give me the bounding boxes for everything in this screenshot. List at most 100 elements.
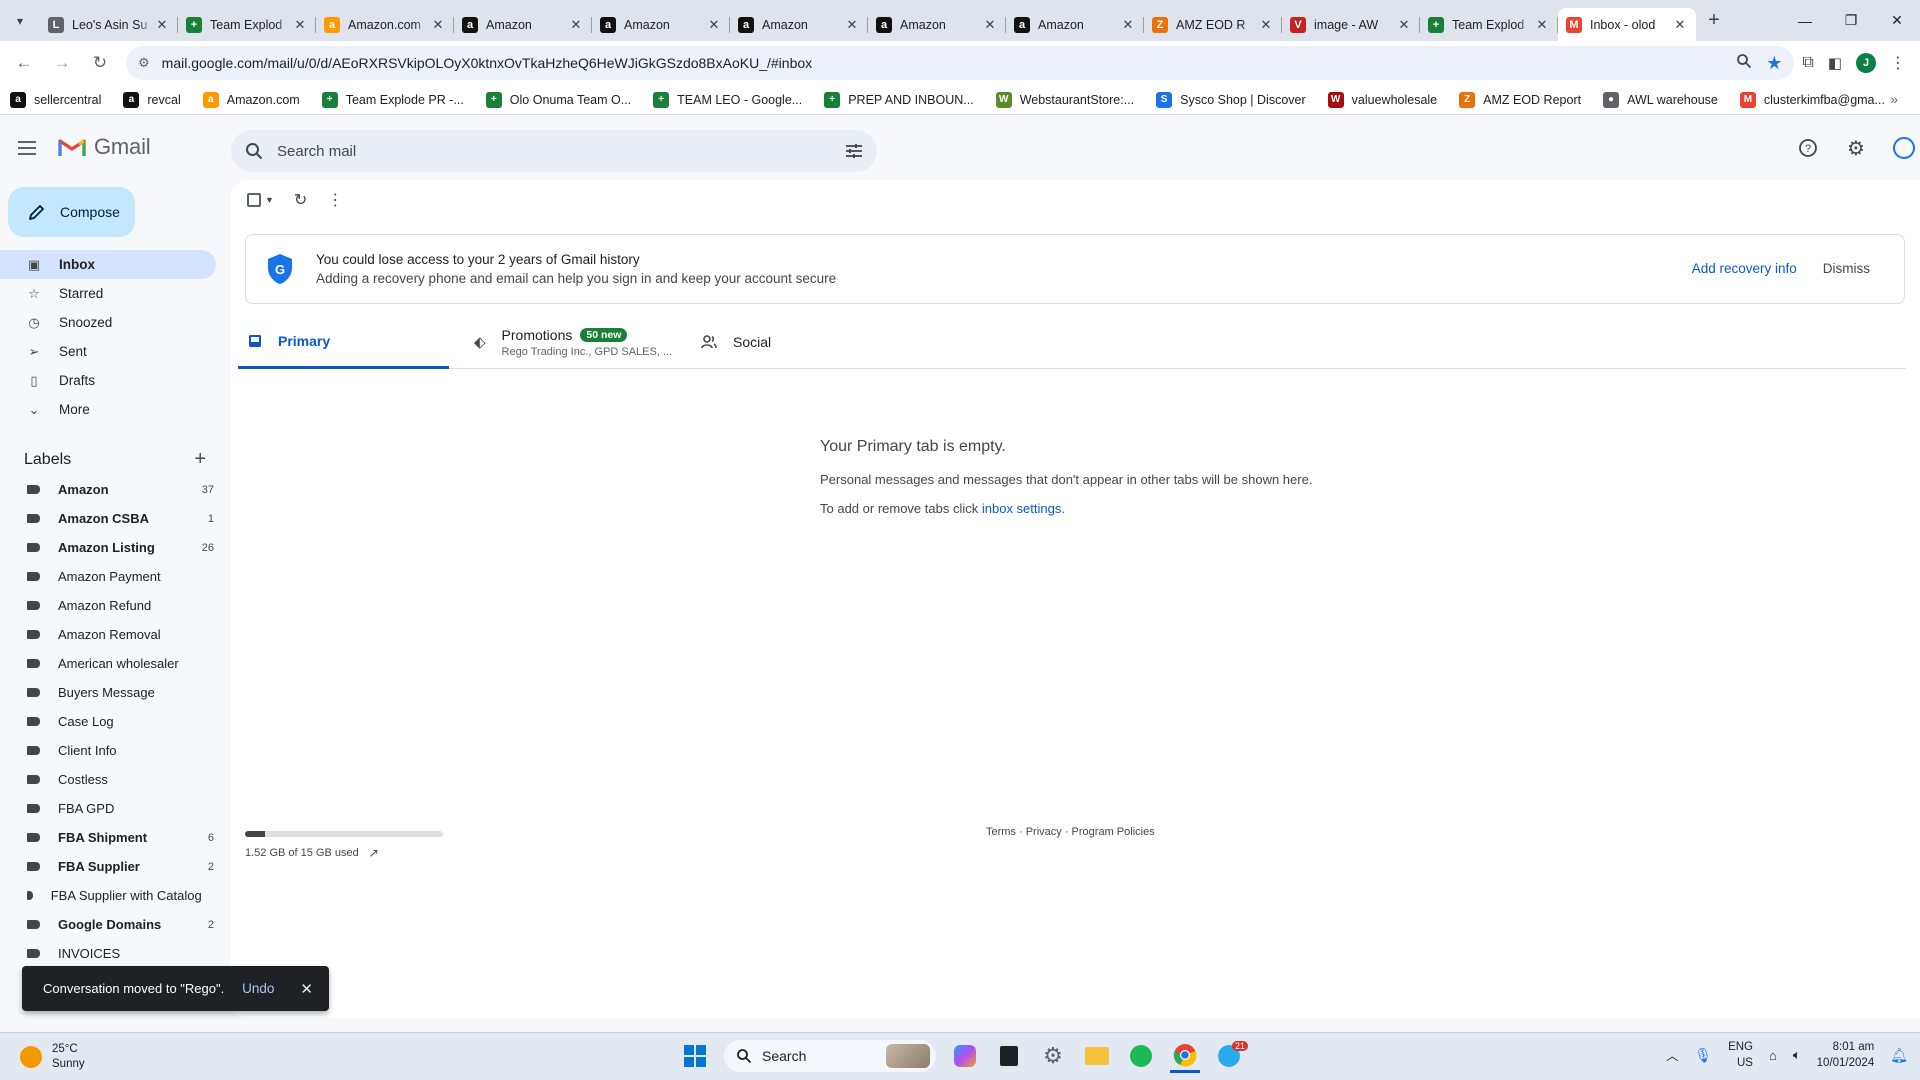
label-item[interactable]: Buyers Message <box>0 678 216 707</box>
address-bar[interactable]: ⚙ mail.google.com/mail/u/0/d/AEoRXRSVkip… <box>126 46 1795 80</box>
help-icon[interactable]: ? <box>1792 132 1824 164</box>
browser-tab[interactable]: a Amazon ✕ <box>730 8 868 41</box>
tab-social[interactable]: Social <box>701 315 901 369</box>
label-item[interactable]: Amazon Listing 26 <box>0 533 216 562</box>
telegram-icon[interactable]: 21 <box>1214 1039 1248 1073</box>
label-item[interactable]: FBA GPD <box>0 794 216 823</box>
tab-close-icon[interactable]: ✕ <box>430 17 446 33</box>
bookmark-item[interactable]: Mclusterkimfba@gma... <box>1739 91 1885 108</box>
tab-close-icon[interactable]: ✕ <box>982 17 998 33</box>
sidebar-item-drafts[interactable]: ▯ Drafts <box>0 366 216 395</box>
reload-button[interactable]: ↻ <box>84 47 116 79</box>
main-menu-icon[interactable] <box>18 136 42 160</box>
label-item[interactable]: FBA Supplier with Catalog <box>0 881 216 910</box>
chrome-icon[interactable] <box>1170 1039 1200 1073</box>
tab-close-icon[interactable]: ✕ <box>154 17 170 33</box>
bookmark-item[interactable]: + Team Explode PR -... <box>321 91 464 108</box>
settings-icon[interactable]: ⚙ <box>1038 1039 1068 1073</box>
extensions-icon[interactable]: ⧉ <box>1802 54 1813 72</box>
select-checkbox[interactable]: ▼ <box>247 193 274 207</box>
label-item[interactable]: FBA Supplier 2 <box>0 852 216 881</box>
tab-promotions[interactable]: ⬖ Promotions 50 new Rego Trading Inc., G… <box>474 315 704 369</box>
close-icon[interactable]: ✕ <box>300 980 313 998</box>
side-panel-icon[interactable]: ◧ <box>1828 54 1842 72</box>
dismiss-button[interactable]: Dismiss <box>1823 261 1870 276</box>
select-dropdown-icon[interactable]: ▼ <box>265 195 274 205</box>
label-item[interactable]: Amazon Payment <box>0 562 216 591</box>
bookmark-item[interactable]: + PREP AND INBOUN... <box>824 91 974 108</box>
refresh-icon[interactable]: ↻ <box>294 190 307 210</box>
browser-tab[interactable]: a Amazon ✕ <box>1006 8 1144 41</box>
browser-tab[interactable]: a Amazon ✕ <box>868 8 1006 41</box>
browser-tab[interactable]: + Team Explod ✕ <box>178 8 316 41</box>
undo-button[interactable]: Undo <box>242 981 274 996</box>
volume-icon[interactable]: 🔈︎ <box>1793 1047 1801 1063</box>
notification-bell-icon[interactable]: 🔔︎ <box>1890 1047 1908 1064</box>
browser-menu-icon[interactable]: ⋮ <box>1890 53 1906 73</box>
more-bookmarks-icon[interactable]: » <box>1890 91 1898 107</box>
account-avatar[interactable] <box>1888 132 1920 164</box>
search-options-icon[interactable] <box>845 143 863 159</box>
inbox-settings-link[interactable]: inbox settings <box>982 501 1062 516</box>
weather-widget[interactable]: 25°C Sunny <box>20 1042 85 1072</box>
tab-close-icon[interactable]: ✕ <box>1120 17 1136 33</box>
tab-primary[interactable]: Primary <box>238 315 449 369</box>
tab-search-button[interactable]: ▾ <box>0 0 40 41</box>
minimize-button[interactable]: — <box>1782 0 1828 41</box>
label-item[interactable]: Google Domains 2 <box>0 910 216 939</box>
bookmark-item[interactable]: a revcal <box>123 91 181 108</box>
browser-tab[interactable]: Z AMZ EOD R ✕ <box>1144 8 1282 41</box>
label-item[interactable]: INVOICES <box>0 939 216 968</box>
close-window-button[interactable]: ✕ <box>1874 0 1920 41</box>
windows-start-icon[interactable] <box>680 1039 710 1073</box>
tab-close-icon[interactable]: ✕ <box>1396 17 1412 33</box>
bookmark-item[interactable]: Z AMZ EOD Report <box>1459 91 1581 108</box>
checkbox-icon[interactable] <box>247 193 261 207</box>
site-info-icon[interactable]: ⚙ <box>138 55 150 71</box>
taskbar-search[interactable]: Search <box>724 1040 936 1072</box>
chevron-up-icon[interactable]: ︿ <box>1666 1047 1678 1064</box>
language-indicator[interactable]: ENG US <box>1728 1039 1753 1071</box>
bookmark-item[interactable]: S Sysco Shop | Discover <box>1156 91 1306 108</box>
label-item[interactable]: FBA Shipment 6 <box>0 823 216 852</box>
bookmark-item[interactable]: Wvaluewholesale <box>1327 91 1437 108</box>
bookmark-item[interactable]: ● AWL warehouse <box>1603 91 1718 108</box>
tab-close-icon[interactable]: ✕ <box>1258 17 1274 33</box>
bookmark-item[interactable]: W WebstaurantStore:... <box>995 91 1134 108</box>
search-input[interactable]: Search mail <box>277 143 845 160</box>
footer-links[interactable]: Terms · Privacy · Program Policies <box>986 826 1155 838</box>
clock[interactable]: 8:01 am 10/01/2024 <box>1817 1039 1875 1071</box>
sidebar-item-sent[interactable]: ➢ Sent <box>0 337 216 366</box>
sidebar-item-starred[interactable]: ☆ Starred <box>0 279 216 308</box>
more-actions-icon[interactable]: ⋮ <box>327 190 343 210</box>
label-item[interactable]: Amazon Refund <box>0 591 216 620</box>
browser-tab[interactable]: Vimage - AW ✕ <box>1282 8 1420 41</box>
tab-close-icon[interactable]: ✕ <box>568 17 584 33</box>
compose-button[interactable]: Compose <box>8 187 135 237</box>
tab-close-icon[interactable]: ✕ <box>1672 17 1688 33</box>
tab-close-icon[interactable]: ✕ <box>844 17 860 33</box>
bookmark-item[interactable]: + TEAM LEO - Google... <box>653 91 802 108</box>
back-button[interactable]: ← <box>8 47 40 79</box>
app-icon[interactable] <box>994 1039 1024 1073</box>
sidebar-item-more[interactable]: ⌄ More <box>0 395 216 424</box>
copilot-icon[interactable] <box>950 1039 980 1073</box>
file-explorer-icon[interactable] <box>1082 1039 1112 1073</box>
open-external-icon[interactable]: ↗ <box>369 846 379 860</box>
profile-avatar[interactable]: J <box>1856 53 1876 73</box>
maximize-button[interactable]: ❐ <box>1828 0 1874 41</box>
forward-button[interactable]: → <box>46 47 78 79</box>
bookmark-star-icon[interactable]: ★ <box>1766 53 1782 74</box>
browser-tab[interactable]: M Inbox - olod ✕ <box>1558 8 1696 41</box>
network-icon[interactable]: ⌂ <box>1769 1048 1777 1063</box>
search-icon[interactable] <box>245 142 263 160</box>
label-item[interactable]: Amazon 37 <box>0 475 216 504</box>
browser-tab[interactable]: a Amazon.com ✕ <box>316 8 454 41</box>
label-item[interactable]: Amazon Removal <box>0 620 216 649</box>
label-item[interactable]: Costless <box>0 765 216 794</box>
bookmark-item[interactable]: a sellercentral <box>10 91 101 108</box>
browser-tab[interactable]: L Leo's Asin Su ✕ <box>40 8 178 41</box>
sidebar-item-inbox[interactable]: ▣ Inbox <box>0 250 216 279</box>
label-item[interactable]: Client Info <box>0 736 216 765</box>
settings-gear-icon[interactable]: ⚙ <box>1840 132 1872 164</box>
